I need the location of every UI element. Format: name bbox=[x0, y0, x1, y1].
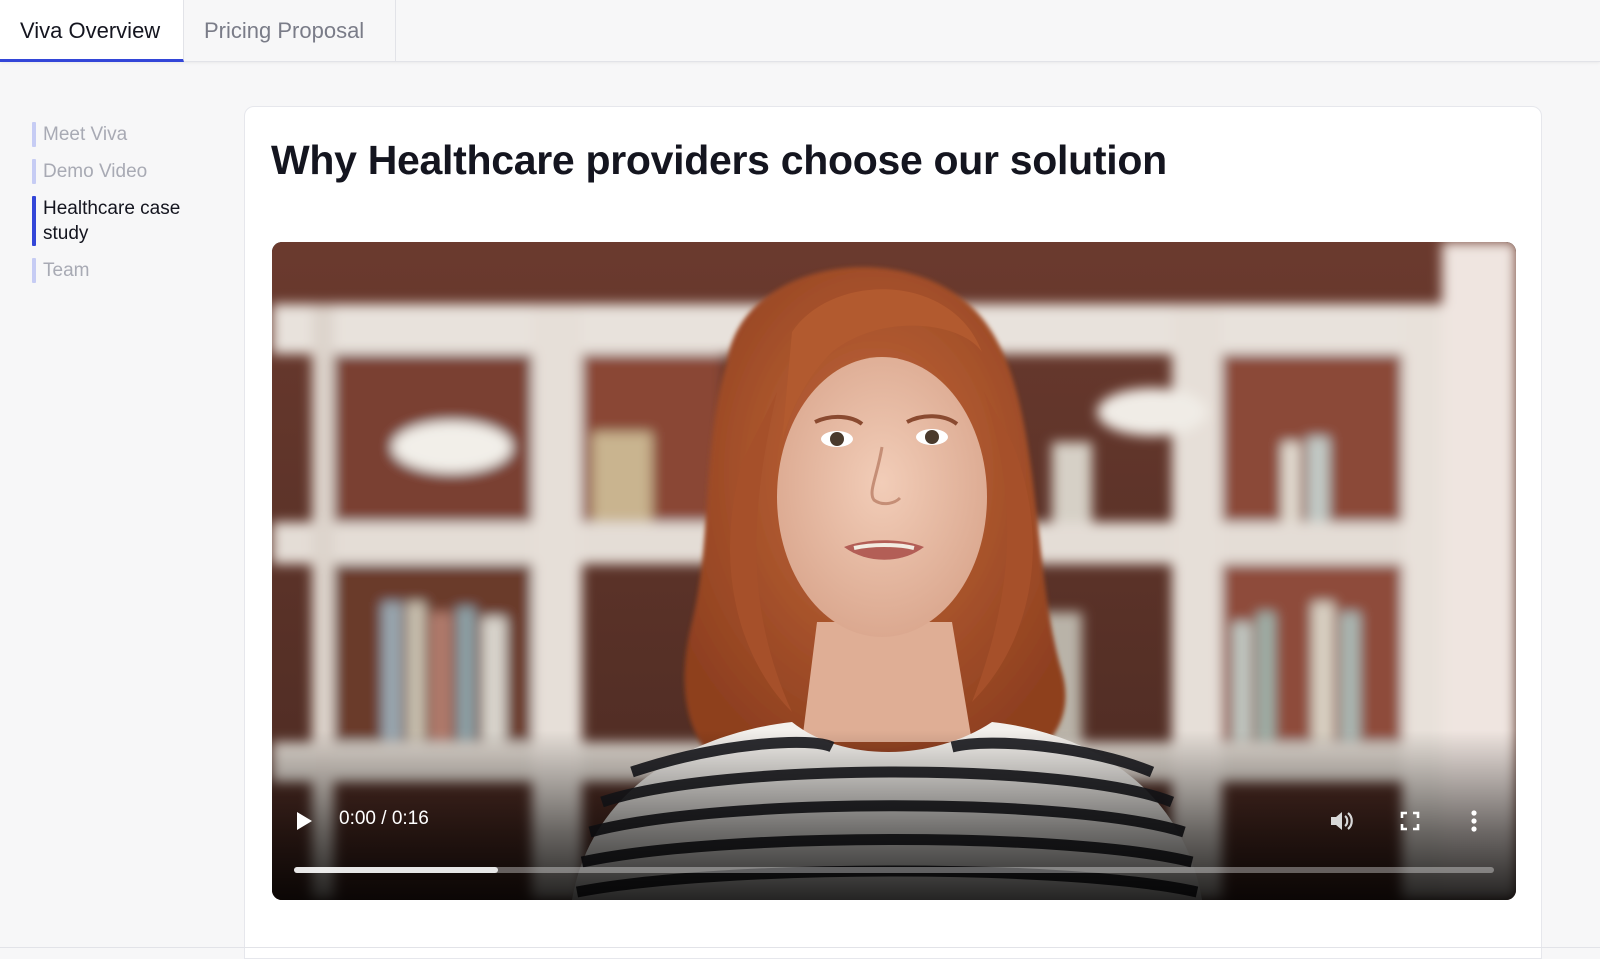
sidebar-item-demo-video[interactable]: Demo Video bbox=[32, 159, 222, 184]
bottom-divider bbox=[0, 947, 1600, 948]
fullscreen-button[interactable] bbox=[1394, 805, 1426, 837]
content-card: Why Healthcare providers choose our solu… bbox=[244, 106, 1542, 959]
more-options-button[interactable] bbox=[1462, 805, 1486, 837]
play-icon bbox=[297, 812, 312, 830]
volume-button[interactable] bbox=[1326, 805, 1358, 837]
sidebar-item-healthcare-case-study[interactable]: Healthcare case study bbox=[32, 196, 222, 246]
tab-viva-overview[interactable]: Viva Overview bbox=[0, 0, 184, 62]
video-player[interactable]: 0:00 / 0:16 bbox=[272, 242, 1516, 900]
more-vert-icon bbox=[1471, 810, 1477, 832]
play-button[interactable] bbox=[290, 807, 318, 835]
tab-bar: Viva Overview Pricing Proposal bbox=[0, 0, 1600, 62]
sidebar-item-team[interactable]: Team bbox=[32, 258, 222, 283]
buffered-progress bbox=[294, 867, 498, 873]
time-display: 0:00 / 0:16 bbox=[339, 808, 429, 829]
volume-icon bbox=[1331, 812, 1353, 830]
fullscreen-icon bbox=[1400, 811, 1420, 831]
page-title: Why Healthcare providers choose our solu… bbox=[271, 137, 1167, 183]
section-nav: Meet Viva Demo Video Healthcare case stu… bbox=[32, 122, 222, 295]
seek-bar[interactable] bbox=[294, 867, 1494, 873]
tab-pricing-proposal[interactable]: Pricing Proposal bbox=[184, 0, 396, 62]
sidebar-item-meet-viva[interactable]: Meet Viva bbox=[32, 122, 222, 147]
